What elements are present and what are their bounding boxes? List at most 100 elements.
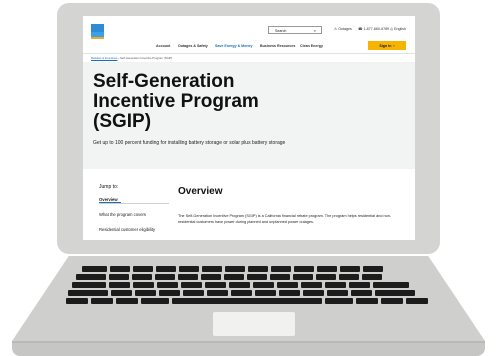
key — [255, 290, 276, 296]
nav-clean-energy[interactable]: Clean Energy — [300, 44, 323, 48]
website: Search ⌕ ⚠ Outages ☎ 1-877-660-6789 ◎ En… — [83, 16, 415, 240]
key — [381, 298, 403, 304]
key — [248, 266, 268, 272]
search-icon[interactable]: ⌕ — [314, 28, 316, 33]
key — [135, 290, 156, 296]
laptop-keyboard — [64, 266, 433, 311]
key — [303, 290, 324, 296]
warning-icon: ⚠ — [334, 27, 338, 31]
key — [373, 282, 409, 288]
phone-icon: ☎ — [358, 27, 363, 31]
key — [109, 282, 130, 288]
key — [181, 282, 202, 288]
key — [205, 282, 226, 288]
key — [132, 274, 152, 280]
key — [110, 266, 130, 272]
page-title: Self-Generation Incentive Program (SGIP) — [93, 71, 259, 132]
key — [111, 290, 132, 296]
keyboard-row — [82, 266, 383, 272]
key — [202, 266, 222, 272]
key — [294, 266, 314, 272]
language-label: English — [394, 27, 406, 31]
phone-number: 1-877-660-6789 — [363, 27, 390, 31]
key — [325, 282, 346, 288]
keyboard-row — [76, 274, 382, 280]
key — [133, 282, 154, 288]
key — [159, 290, 180, 296]
key — [277, 282, 298, 288]
key — [375, 290, 415, 296]
laptop-base-front — [12, 341, 485, 356]
phone-link[interactable]: ☎ 1-877-660-6789 — [358, 27, 389, 31]
key — [201, 274, 221, 280]
spacebar-key — [172, 298, 322, 304]
key — [66, 298, 88, 304]
outages-link[interactable]: ⚠ Outages — [334, 27, 352, 31]
jump-divider — [99, 203, 169, 204]
sign-in-label: Sign In — [379, 43, 392, 48]
key — [207, 290, 228, 296]
key — [316, 274, 336, 280]
key — [339, 274, 359, 280]
header-divider — [83, 53, 415, 54]
key — [155, 274, 175, 280]
keyboard-row — [72, 282, 409, 288]
jump-item-coverage[interactable]: What the program covers — [99, 212, 146, 217]
key — [340, 266, 360, 272]
key — [179, 266, 199, 272]
key — [362, 274, 382, 280]
key — [279, 290, 300, 296]
key — [349, 282, 370, 288]
key — [363, 266, 383, 272]
key — [225, 266, 245, 272]
key — [76, 274, 106, 280]
breadcrumb: Rebates & Incentives › Self-Generation I… — [91, 56, 172, 60]
key — [301, 282, 322, 288]
key — [351, 290, 372, 296]
search-label: Search — [275, 28, 287, 33]
key — [183, 290, 204, 296]
laptop-screen: Search ⌕ ⚠ Outages ☎ 1-877-660-6789 ◎ En… — [83, 16, 415, 240]
key — [68, 290, 108, 296]
key — [325, 298, 353, 304]
overview-heading: Overview — [178, 186, 223, 197]
brand-logo[interactable] — [91, 24, 104, 37]
globe-icon: ◎ — [390, 27, 394, 31]
nav-account[interactable]: Account — [156, 44, 170, 48]
key — [247, 274, 267, 280]
key — [231, 290, 252, 296]
key — [72, 282, 106, 288]
nav-business-resources[interactable]: Business Resources — [260, 44, 295, 48]
breadcrumb-parent[interactable]: Rebates & Incentives — [91, 56, 117, 60]
key — [133, 266, 153, 272]
keyboard-row — [68, 290, 415, 296]
jump-item-eligibility[interactable]: Residential customer eligibility — [99, 227, 155, 232]
breadcrumb-current: Self-Generation Incentive Program (SGIP) — [119, 56, 173, 60]
key — [253, 282, 274, 288]
outages-label: Outages — [338, 27, 352, 31]
sign-in-icon: › — [393, 43, 395, 48]
key — [229, 282, 250, 288]
laptop-trackpad — [213, 312, 295, 336]
key — [317, 266, 337, 272]
sign-in-button[interactable]: Sign In › — [368, 41, 406, 50]
key — [327, 290, 348, 296]
nav-outages-safety[interactable]: Outages & Safety — [178, 44, 208, 48]
key — [116, 298, 138, 304]
key — [109, 274, 129, 280]
jump-to-label: Jump to: — [99, 184, 119, 190]
key — [406, 298, 428, 304]
key — [224, 274, 244, 280]
key — [141, 298, 169, 304]
key — [157, 282, 178, 288]
key — [356, 298, 378, 304]
key — [293, 274, 313, 280]
language-selector[interactable]: ◎ English — [390, 27, 406, 31]
key — [82, 266, 107, 272]
brand-logo-accent — [91, 37, 104, 39]
page-subtitle: Get up to 100 percent funding for instal… — [93, 140, 286, 146]
search-input[interactable]: Search ⌕ — [268, 26, 322, 34]
nav-save-energy-money[interactable]: Save Energy & Money — [215, 44, 253, 48]
key — [156, 266, 176, 272]
key — [178, 274, 198, 280]
